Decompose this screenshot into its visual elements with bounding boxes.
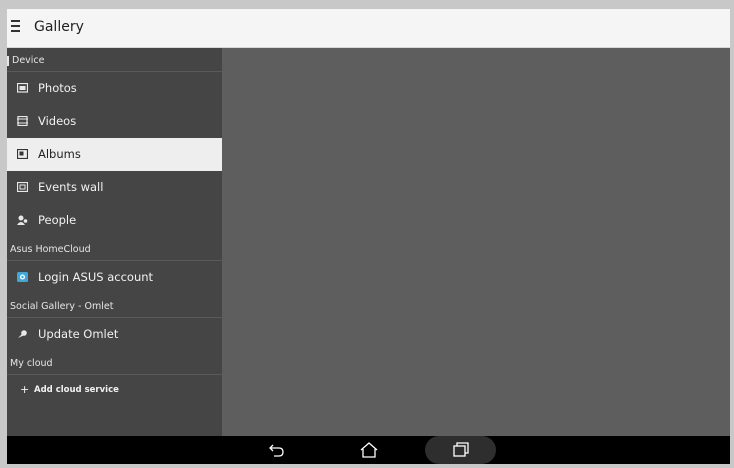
- drawer-item-update-omlet[interactable]: Update Omlet: [7, 318, 222, 351]
- drawer-item-label: Add cloud service: [34, 385, 119, 395]
- drawer-item-videos[interactable]: Videos: [7, 105, 222, 138]
- people-icon: [17, 215, 28, 225]
- homecloud-icon: [17, 272, 28, 282]
- plus-icon: +: [20, 383, 30, 396]
- drawer-item-label: People: [38, 213, 77, 227]
- drawer-item-events-wall[interactable]: Events wall: [7, 171, 222, 204]
- photos-icon: [17, 83, 28, 93]
- drawer-item-label: Videos: [38, 114, 77, 128]
- videos-icon: [17, 116, 28, 126]
- app-bar: Gallery: [7, 9, 730, 48]
- drawer-item-albums[interactable]: Albums: [7, 138, 222, 171]
- drawer-item-label: Update Omlet: [38, 327, 119, 341]
- app-title: Gallery: [34, 19, 84, 35]
- navigation-drawer: Device Photos Videos Albums Events wall …: [7, 48, 222, 436]
- back-icon[interactable]: [265, 440, 289, 460]
- drawer-item-people[interactable]: People: [7, 204, 222, 237]
- drawer-item-photos[interactable]: Photos: [7, 72, 222, 105]
- drawer-item-login-asus[interactable]: Login ASUS account: [7, 261, 222, 294]
- albums-icon: [17, 149, 28, 159]
- omlet-icon: [18, 330, 27, 338]
- section-header-social-omlet: Social Gallery - Omlet: [7, 294, 222, 318]
- section-header-homecloud: Asus HomeCloud: [7, 237, 222, 261]
- add-cloud-service-button[interactable]: + Add cloud service: [7, 375, 222, 405]
- screen: Gallery Device Photos Videos Albums Even…: [7, 9, 730, 464]
- home-icon[interactable]: [357, 440, 381, 460]
- section-header-device: Device: [7, 48, 222, 72]
- drawer-item-label: Events wall: [38, 180, 104, 194]
- events-wall-icon: [17, 182, 28, 192]
- system-navigation-bar: [7, 436, 730, 464]
- section-header-my-cloud: My cloud: [7, 351, 222, 375]
- hamburger-menu-icon[interactable]: [11, 20, 23, 34]
- recents-icon[interactable]: [448, 440, 472, 460]
- drawer-item-label: Photos: [38, 81, 77, 95]
- drawer-item-label: Albums: [38, 147, 81, 161]
- drawer-item-label: Login ASUS account: [38, 270, 154, 284]
